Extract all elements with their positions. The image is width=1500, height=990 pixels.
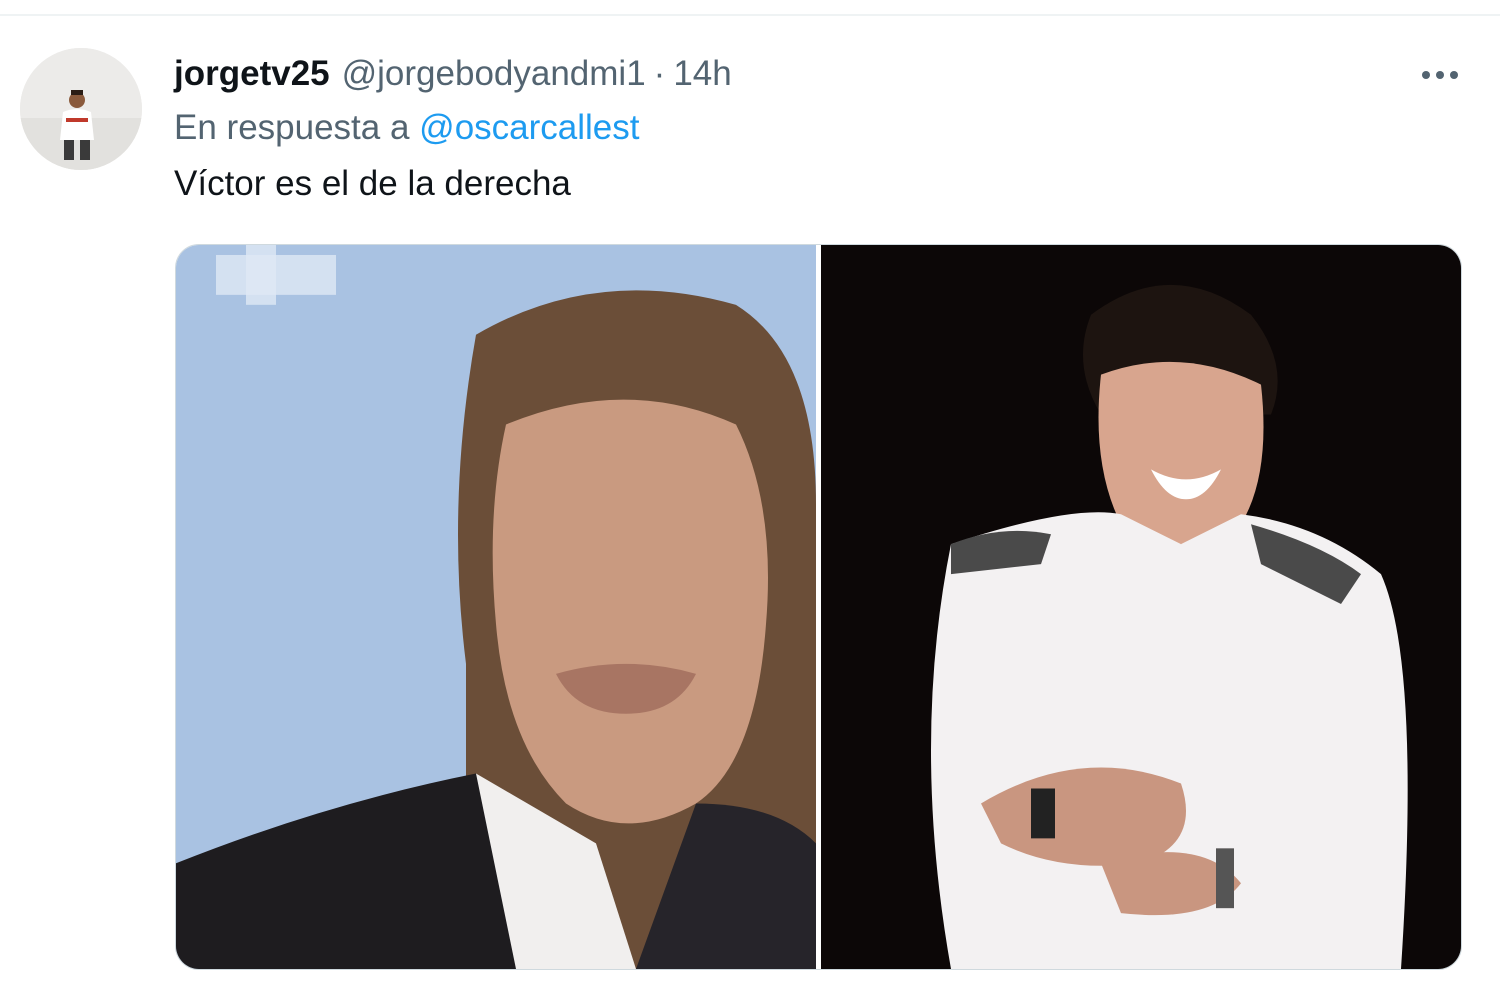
reply-mention-link[interactable]: @oscarcallest [419,108,639,147]
more-options-button[interactable] [1416,60,1464,90]
user-handle[interactable]: @jorgebodyandmi1 [342,54,646,94]
avatar[interactable] [20,48,142,170]
tweet[interactable]: jorgetv25 @jorgebodyandmi1 · 14h En resp… [0,0,1500,974]
separator-dot: · [653,54,666,93]
man-portrait-photo [176,245,816,969]
man-smiling-photo [821,245,1461,969]
display-name[interactable]: jorgetv25 [174,54,330,94]
photo-left[interactable] [176,245,816,969]
reply-context: En respuesta a @oscarcallest [174,108,640,148]
photo-right[interactable] [821,245,1461,969]
tweet-text: Víctor es el de la derecha [174,164,571,203]
tweet-header: jorgetv25 @jorgebodyandmi1 · 14h [174,50,732,98]
avatar-photo [20,48,142,170]
more-horizontal-icon [1422,71,1458,79]
reply-prefix: En respuesta a [174,108,410,147]
media-grid [175,244,1462,970]
timestamp[interactable]: 14h [673,54,731,94]
